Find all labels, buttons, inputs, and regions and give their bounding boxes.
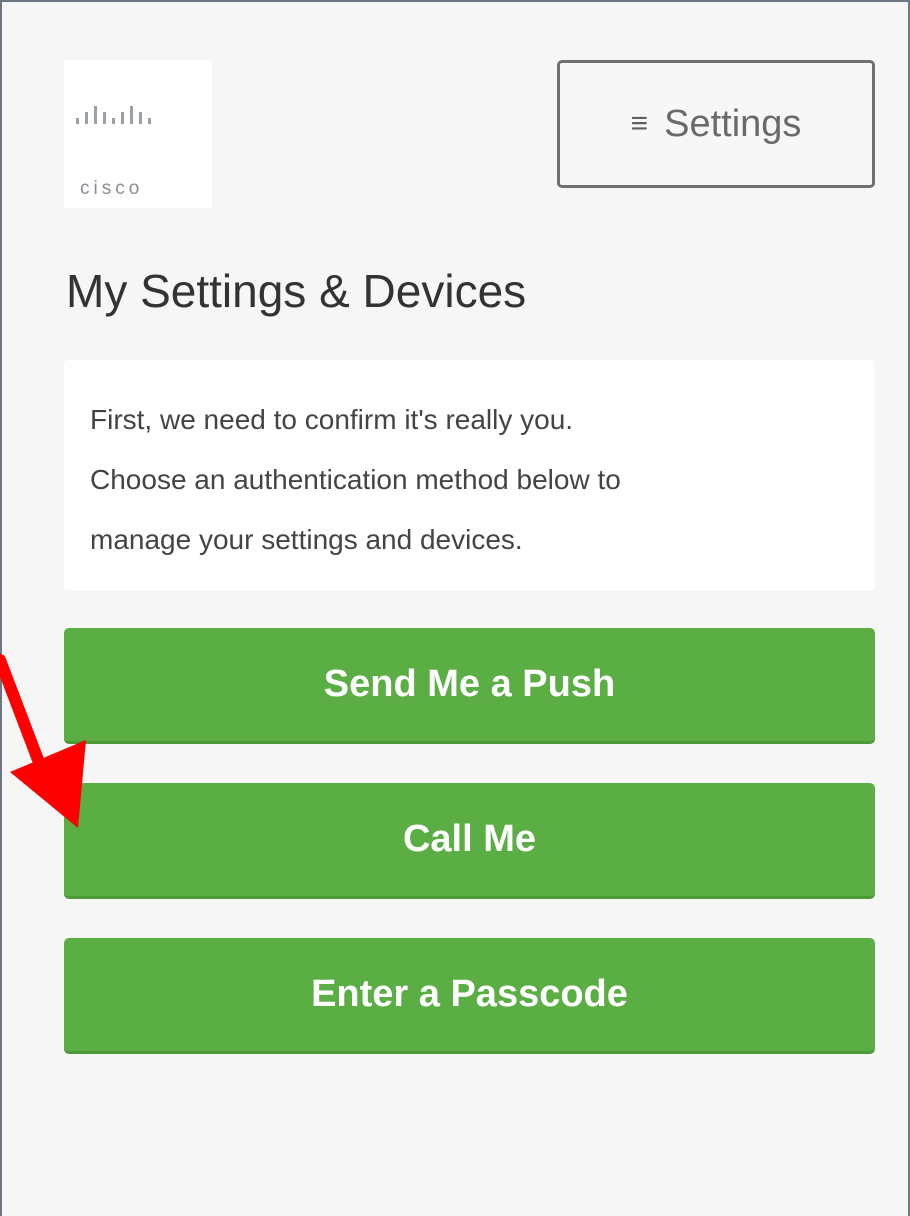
call-me-button-label: Call Me: [402, 818, 537, 860]
call-me-button[interactable]: Call Me: [64, 783, 875, 899]
info-line-3: manage your settings and devices.: [90, 524, 523, 555]
page-title: My Settings & Devices: [66, 265, 527, 317]
enter-passcode-button-label: Enter a Passcode: [311, 973, 628, 1015]
cisco-logo: cisco: [64, 60, 212, 208]
send-push-button-label: Send Me a Push: [323, 663, 616, 705]
app-frame: cisco ≡ Settings My Settings & Devices F…: [0, 0, 910, 1216]
send-push-button[interactable]: Send Me a Push: [64, 628, 875, 744]
enter-passcode-button[interactable]: Enter a Passcode: [64, 938, 875, 1054]
info-message: First, we need to confirm it's really yo…: [64, 360, 875, 590]
info-line-1: First, we need to confirm it's really yo…: [90, 404, 574, 435]
settings-button-label: Settings: [664, 102, 802, 145]
menu-icon: ≡: [630, 107, 649, 140]
settings-button[interactable]: ≡ Settings: [557, 60, 875, 188]
cisco-bars-icon: [76, 106, 151, 124]
logo-text: cisco: [80, 178, 144, 199]
info-line-2: Choose an authentication method below to: [90, 464, 621, 495]
